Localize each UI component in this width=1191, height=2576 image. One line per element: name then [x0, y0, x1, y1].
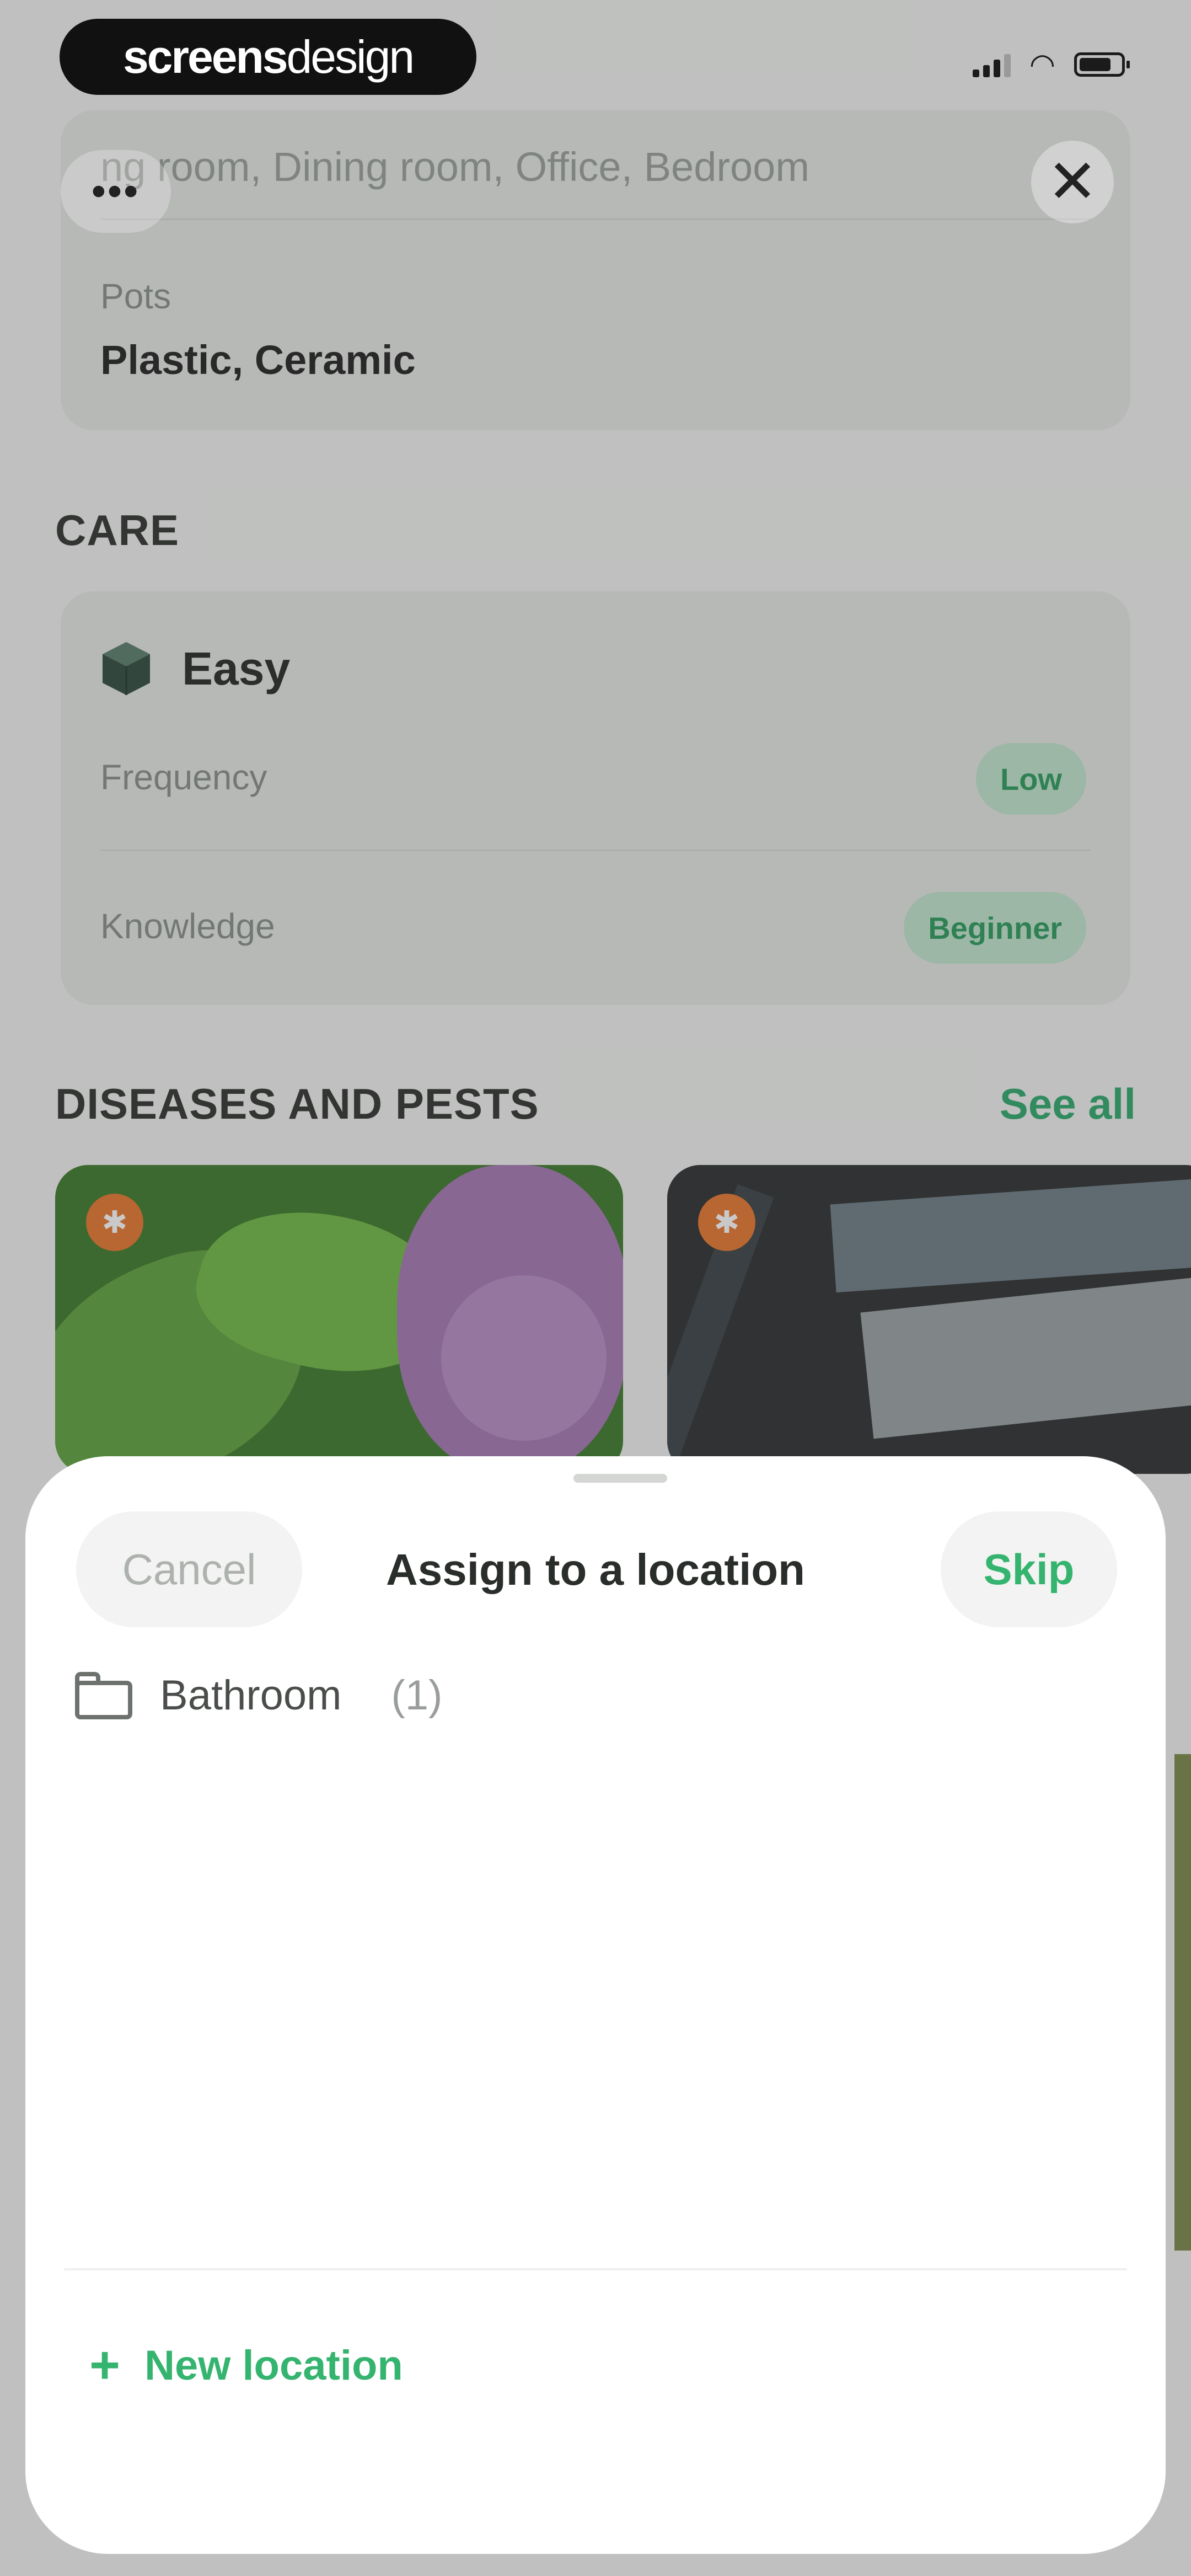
new-location-button[interactable]: + New location: [89, 2339, 403, 2392]
plus-icon: +: [89, 2335, 121, 2395]
location-item-bathroom[interactable]: Bathroom (1): [75, 1671, 442, 1719]
screensdesign-watermark: screens design: [60, 19, 476, 95]
watermark-light: design: [286, 30, 415, 83]
location-name: Bathroom: [160, 1672, 342, 1719]
folder-icon: [75, 1671, 132, 1719]
battery-icon: [1074, 52, 1130, 77]
close-button[interactable]: ✕: [1031, 141, 1114, 223]
new-location-label: New location: [144, 2342, 403, 2389]
sheet-divider: [64, 2268, 1127, 2270]
location-count: (1): [391, 1672, 443, 1719]
watermark-bold: screens: [122, 30, 288, 83]
more-options-button[interactable]: •••: [61, 150, 171, 233]
assign-location-sheet: Cancel Assign to a location Skip Bathroo…: [25, 1456, 1166, 2554]
status-bar: ◠: [972, 48, 1130, 81]
signal-icon: [972, 52, 1011, 77]
sheet-grabber[interactable]: [573, 1474, 667, 1483]
wifi-icon: ◠: [1029, 48, 1055, 81]
skip-button[interactable]: Skip: [941, 1511, 1117, 1627]
